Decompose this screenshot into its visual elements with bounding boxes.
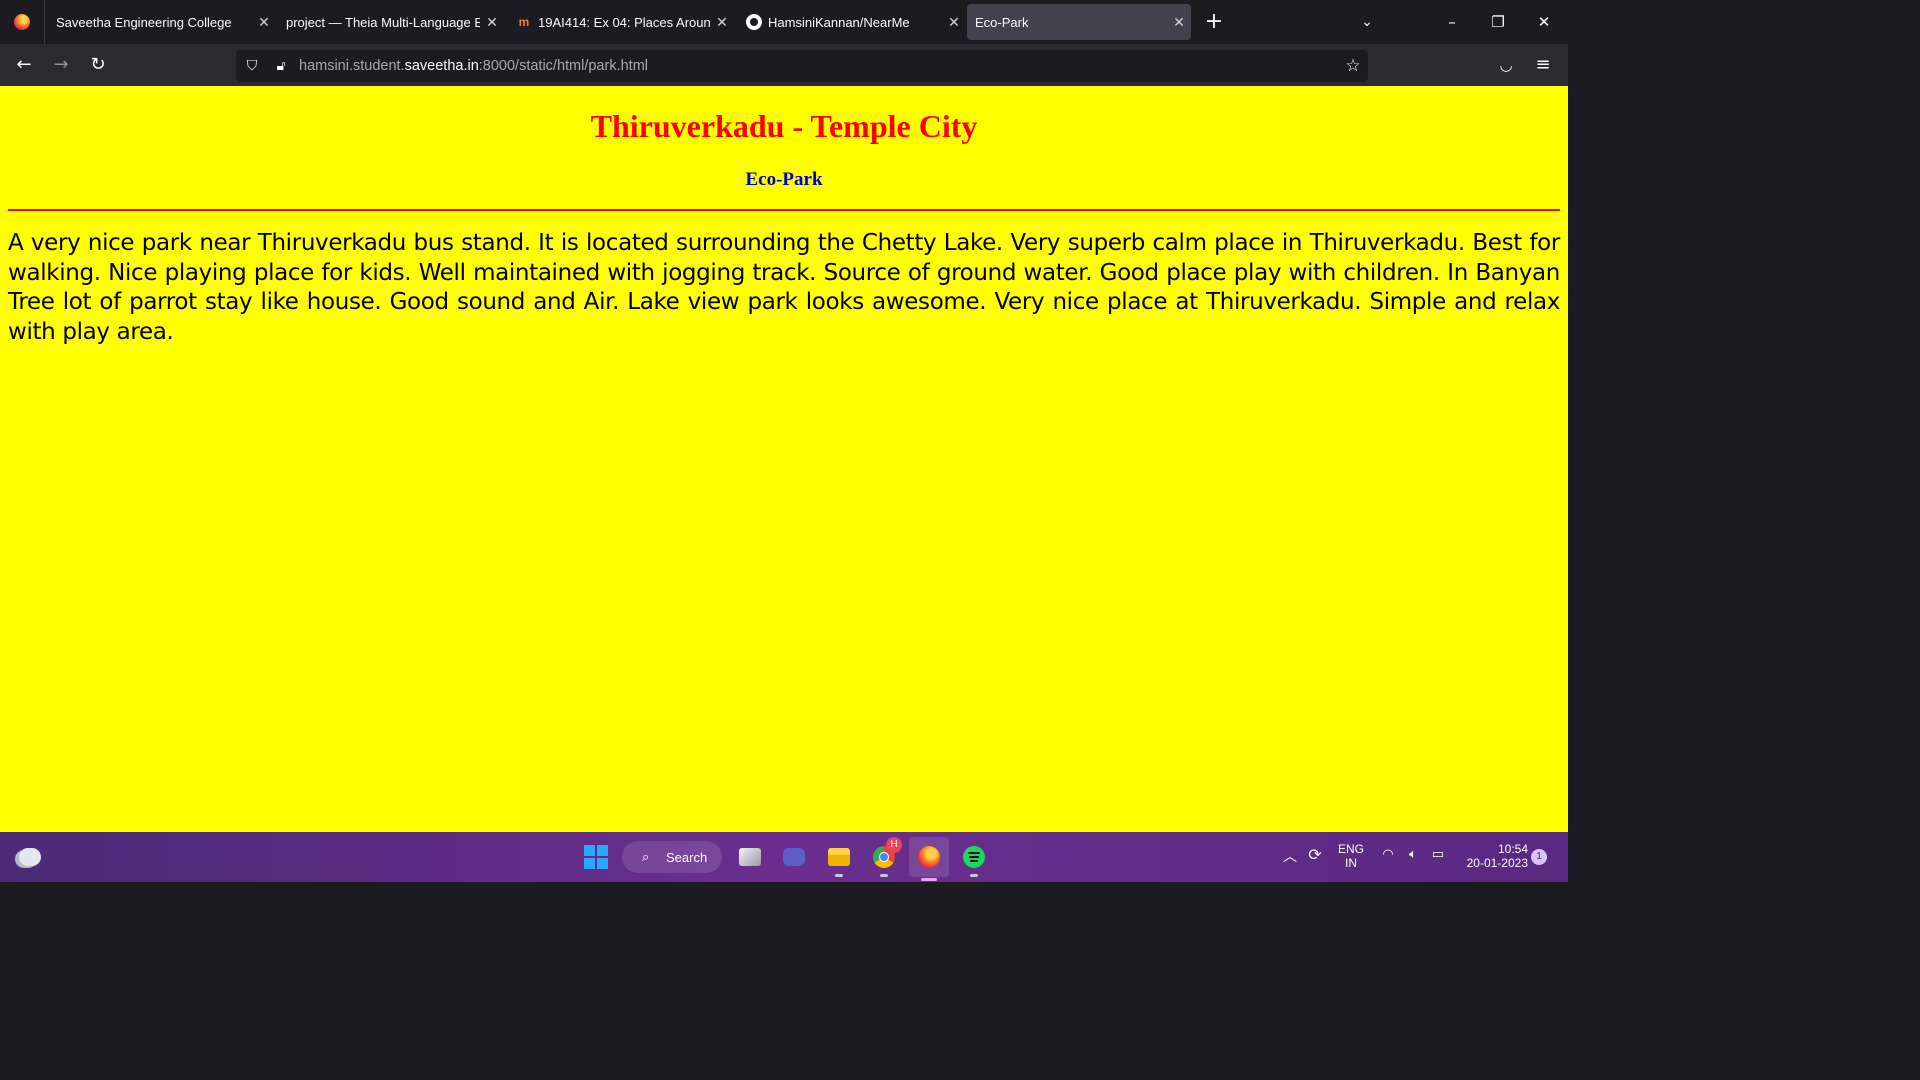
screen: Saveetha Engineering College ✕ project —… — [0, 0, 1568, 882]
battery-icon[interactable]: ▭ — [1428, 846, 1448, 862]
teams-chat-button[interactable] — [778, 841, 810, 873]
new-tab-button[interactable]: + — [1202, 8, 1226, 36]
close-icon[interactable]: ✕ — [942, 14, 966, 31]
tab-title: 19AI414: Ex 04: Places Around M — [538, 14, 710, 30]
horizontal-rule — [8, 209, 1560, 211]
menu-icon[interactable]: ≡ — [1529, 51, 1557, 79]
task-view-button[interactable] — [734, 841, 766, 873]
pocket-icon[interactable]: ◡ — [1492, 51, 1520, 79]
url-domain: saveetha.in — [404, 58, 479, 74]
sync-icon[interactable]: ⟳ — [1304, 845, 1326, 865]
tab-title: Eco-Park — [975, 14, 1029, 30]
tab-github[interactable]: HamsiniKannan/NearMe ✕ — [738, 4, 966, 40]
tab-saveetha[interactable]: Saveetha Engineering College ✕ — [48, 4, 276, 40]
list-all-tabs-chevron-icon[interactable]: ⌄ — [1356, 10, 1378, 34]
tab-eco-park[interactable]: Eco-Park ✕ — [967, 4, 1191, 40]
bookmark-star-icon[interactable]: ☆ — [1341, 54, 1365, 78]
volume-muted-icon[interactable]: 🔈︎ — [1402, 846, 1424, 862]
spotify-button[interactable] — [958, 841, 990, 877]
back-arrow-icon[interactable]: ← — [10, 51, 38, 79]
profile-badge: H — [886, 837, 902, 853]
close-icon[interactable]: ✕ — [480, 14, 504, 31]
page-subheading: Eco-Park — [745, 169, 823, 190]
language-code: ENG — [1337, 842, 1364, 856]
close-window-icon[interactable]: ✕ — [1521, 0, 1567, 44]
chevron-up-icon[interactable]: ︿ — [1280, 846, 1300, 866]
wifi-icon[interactable]: ◠ — [1378, 846, 1398, 862]
park-description: A very nice park near Thiruverkadu bus s… — [8, 230, 1560, 345]
forward-arrow-icon[interactable]: → — [47, 51, 75, 79]
tab-strip: Saveetha Engineering College ✕ project —… — [0, 0, 1568, 44]
clock-date: 20-01-2023 — [1466, 856, 1528, 870]
url-text[interactable]: hamsini.student.saveetha.in:8000/static/… — [299, 50, 648, 82]
reload-icon[interactable]: ↻ — [84, 51, 112, 79]
firefox-taskbar-button[interactable] — [909, 837, 949, 881]
firefox-icon — [918, 846, 940, 868]
cloud-icon — [19, 848, 41, 866]
spotify-icon — [963, 846, 985, 868]
active-indicator — [921, 878, 937, 881]
notification-count-badge[interactable]: 1 — [1531, 849, 1547, 865]
clock-time: 10:54 — [1497, 842, 1528, 856]
tab-title: Saveetha Engineering College — [56, 14, 232, 30]
tab-moodle[interactable]: m 19AI414: Ex 04: Places Around M ✕ — [508, 4, 734, 40]
shield-icon[interactable]: ⛉ — [240, 54, 264, 78]
url-suffix: :8000/static/html/park.html — [478, 58, 649, 74]
firefox-view-button[interactable] — [0, 0, 45, 44]
tab-title: project — Theia Multi-Language Ex — [286, 14, 480, 30]
clock[interactable]: 10:54 20-01-2023 — [1458, 842, 1528, 870]
running-indicator — [880, 874, 888, 877]
tab-title: HamsiniKannan/NearMe — [768, 14, 910, 30]
taskbar-search[interactable]: ⌕ Search — [622, 841, 722, 873]
running-indicator — [970, 874, 978, 877]
running-indicator — [835, 874, 843, 877]
close-icon[interactable]: ✕ — [252, 14, 276, 31]
page-heading: Thiruverkadu - Temple City — [590, 108, 978, 144]
minimize-icon[interactable]: – — [1429, 0, 1475, 44]
chat-icon — [783, 848, 805, 866]
weather-widget[interactable] — [14, 841, 46, 873]
tab-theia[interactable]: project — Theia Multi-Language Ex ✕ — [278, 4, 504, 40]
start-button[interactable] — [580, 841, 612, 873]
folder-icon — [828, 848, 850, 866]
web-page: Thiruverkadu - Temple City Eco-Park A ve… — [0, 86, 1568, 832]
lock-icon[interactable]: 🔓︎ — [269, 54, 293, 78]
url-prefix: hamsini.student. — [299, 58, 405, 74]
windows-logo-icon — [584, 845, 608, 869]
region-code: IN — [1345, 856, 1357, 870]
close-icon[interactable]: ✕ — [1167, 14, 1191, 31]
file-explorer-button[interactable] — [823, 841, 855, 877]
search-label: Search — [666, 849, 708, 865]
chrome-button[interactable]: H — [868, 837, 902, 877]
windows-taskbar: ⌕ Search H ︿ ⟳ ENG IN ◠ 🔈︎ ▭ 10:54 20-01… — [0, 832, 1568, 882]
navigation-toolbar: ← → ↻ ⛉ 🔓︎ hamsini.student.saveetha.in:8… — [0, 44, 1568, 86]
favicon-slot — [746, 14, 762, 30]
language-indicator[interactable]: ENG IN — [1334, 842, 1368, 870]
firefox-icon — [14, 14, 30, 30]
search-icon: ⌕ — [642, 849, 650, 864]
close-icon[interactable]: ✕ — [710, 14, 734, 31]
github-icon — [746, 14, 762, 30]
task-view-icon — [739, 848, 761, 866]
restore-icon[interactable]: ❐ — [1475, 0, 1521, 44]
address-bar[interactable]: ⛉ 🔓︎ hamsini.student.saveetha.in:8000/st… — [236, 50, 1368, 82]
moodle-icon: m — [518, 15, 530, 29]
